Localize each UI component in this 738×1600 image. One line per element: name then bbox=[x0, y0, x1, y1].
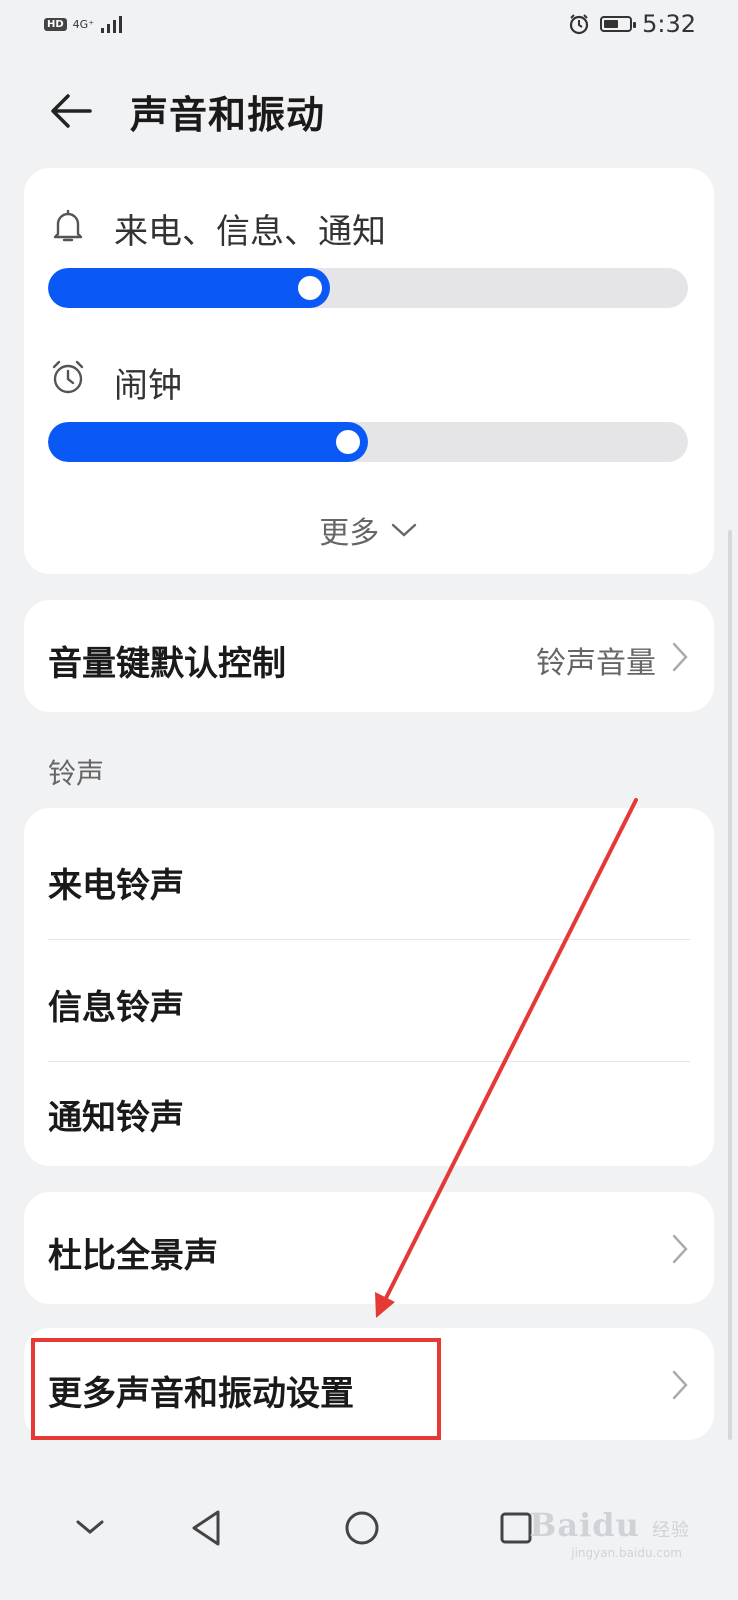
annotation-highlight-box bbox=[31, 1338, 441, 1440]
hide-nav-button[interactable] bbox=[60, 1498, 120, 1558]
watermark-brand2: du bbox=[592, 1506, 640, 1544]
back-nav-button[interactable] bbox=[176, 1498, 236, 1558]
annotation-overlay bbox=[31, 798, 638, 1440]
watermark-suffix: 经验 bbox=[652, 1520, 690, 1541]
home-nav-button[interactable] bbox=[332, 1498, 392, 1558]
watermark-brand: Bai bbox=[529, 1506, 593, 1544]
watermark-url: jingyan.baidu.com bbox=[571, 1546, 682, 1560]
annotation-arrow-line bbox=[382, 798, 638, 1304]
baidu-watermark: Baidu 经验 bbox=[529, 1506, 690, 1544]
